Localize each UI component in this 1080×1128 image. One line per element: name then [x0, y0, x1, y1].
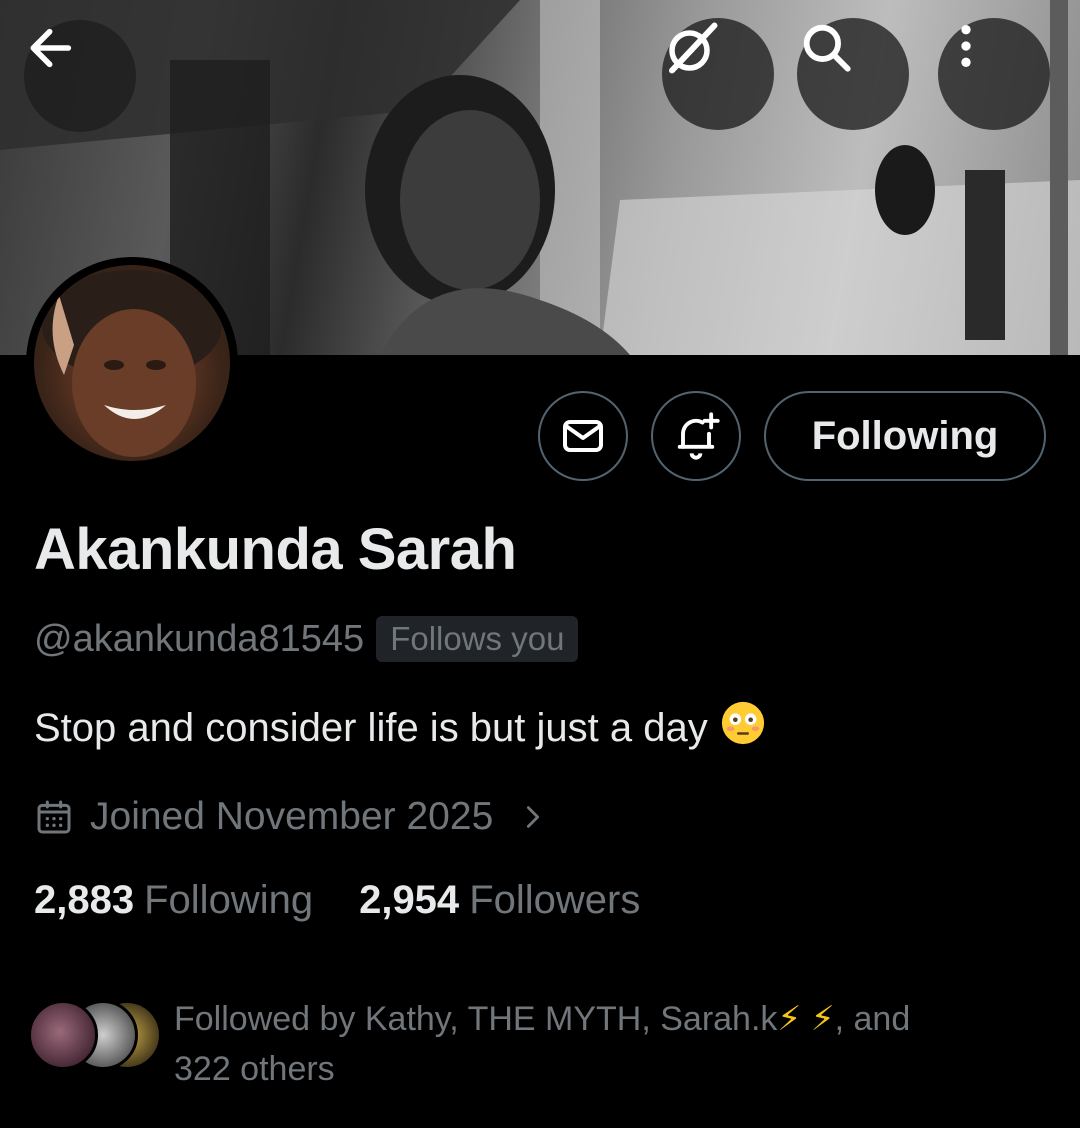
avatar-photo	[34, 265, 230, 461]
follows-you-badge: Follows you	[376, 616, 579, 662]
followed-by-others: 322 others	[174, 1050, 335, 1088]
more-button[interactable]	[938, 18, 1050, 130]
joined-row[interactable]: Joined November 2025	[34, 790, 547, 844]
handle-row: @akankunda81545 Follows you	[34, 614, 579, 664]
lightning-emoji: ⚡	[810, 1000, 835, 1038]
calendar-icon	[37, 800, 71, 834]
following-stat[interactable]: 2,883 Following	[34, 878, 313, 923]
grok-icon	[669, 22, 718, 74]
profile-bio: Stop and consider life is but just a day	[34, 700, 766, 756]
message-button[interactable]	[538, 391, 628, 481]
mutual-avatars	[28, 994, 162, 1074]
profile-name: Akankunda Sarah	[34, 517, 517, 582]
mail-icon	[563, 420, 603, 452]
profile-avatar[interactable]	[26, 257, 238, 469]
joined-date: Joined November 2025	[90, 795, 494, 838]
followed-by-names: Followed by Kathy, THE MYTH, Sarah.k	[174, 1000, 778, 1038]
followers-count: 2,954	[359, 878, 460, 922]
grok-button[interactable]	[662, 18, 774, 130]
arrow-left-icon	[30, 28, 72, 68]
avatar	[28, 1000, 98, 1070]
flushed-face-emoji	[720, 700, 766, 756]
bio-text: Stop and consider life is but just a day	[34, 705, 708, 750]
following-button[interactable]: Following	[764, 391, 1046, 481]
search-icon	[803, 24, 851, 72]
more-vertical-icon	[961, 25, 971, 67]
chevron-right-icon	[527, 806, 540, 828]
follow-stats: 2,883 Following 2,954 Followers	[34, 878, 640, 923]
followers-stat[interactable]: 2,954 Followers	[359, 878, 640, 923]
followed-by-suffix: , and	[834, 1000, 911, 1038]
followers-label: Followers	[469, 878, 641, 922]
notify-button[interactable]	[651, 391, 741, 481]
profile-handle: @akankunda81545	[34, 617, 365, 660]
following-count: 2,883	[34, 878, 135, 922]
back-button[interactable]	[24, 20, 136, 132]
following-label: Following	[144, 878, 314, 922]
bell-plus-icon	[677, 412, 720, 460]
search-button[interactable]	[797, 18, 909, 130]
lightning-emoji: ⚡	[777, 1000, 802, 1038]
followed-by[interactable]: Followed by Kathy, THE MYTH, Sarah.k⚡ ⚡,…	[28, 994, 1034, 1094]
followed-by-text: Followed by Kathy, THE MYTH, Sarah.k⚡ ⚡,…	[174, 994, 1034, 1094]
